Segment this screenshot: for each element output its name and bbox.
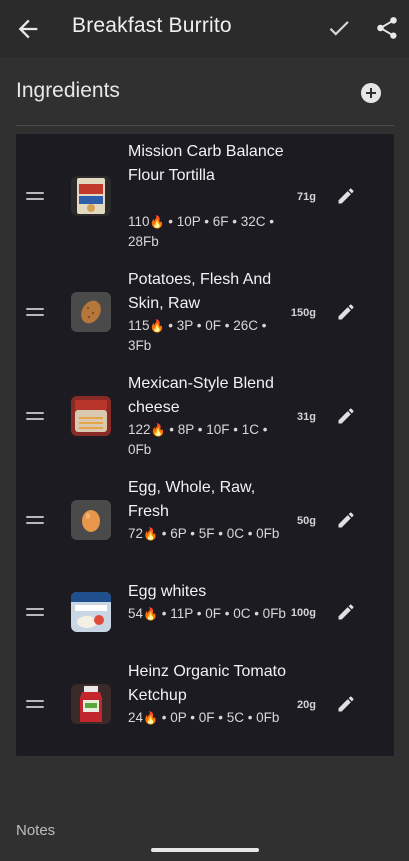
ingredient-macros: 110🔥 • 10P • 6F • 32C • 28Fb <box>128 212 286 252</box>
calories-value: 24 <box>128 710 144 725</box>
flame-icon: 🔥 <box>150 423 166 437</box>
macros-value: • 6P • 5F • 0C • 0Fb <box>157 526 280 541</box>
edit-icon[interactable] <box>336 406 356 426</box>
ingredient-name: Heinz Organic Tomato Ketchup <box>128 663 286 704</box>
ingredient-grams: 100g <box>290 607 316 619</box>
ingredient-name: Egg, Whole, Raw, Fresh <box>128 479 256 520</box>
drag-handle-icon[interactable] <box>26 700 44 710</box>
cheese-bag-image <box>71 396 111 436</box>
ingredients-heading: Ingredients <box>16 79 120 102</box>
edit-icon[interactable] <box>336 186 356 206</box>
calories-value: 122 <box>128 422 151 437</box>
share-icon[interactable] <box>374 15 400 41</box>
drag-handle-icon[interactable] <box>26 192 44 202</box>
ingredient-macros: 72🔥 • 6P • 5F • 0C • 0Fb <box>128 524 286 544</box>
ingredient-macros: 115🔥 • 3P • 0F • 26C • 3Fb <box>128 316 286 356</box>
tortilla-package-image <box>71 176 111 216</box>
ingredient-grams: 31g <box>297 411 316 423</box>
macros-value: • 11P • 0F • 0C • 0Fb <box>157 606 286 621</box>
arrow-back-icon[interactable] <box>14 15 42 43</box>
calories-value: 54 <box>128 606 144 621</box>
ingredient-macros: 54🔥 • 11P • 0F • 0C • 0Fb <box>128 604 286 624</box>
flame-icon: 🔥 <box>149 215 165 229</box>
ingredient-name: Egg whites <box>128 583 207 600</box>
check-icon[interactable] <box>326 15 352 41</box>
ingredient-grams: 71g <box>297 191 316 203</box>
flame-icon: 🔥 <box>143 711 158 725</box>
divider <box>16 125 394 126</box>
drag-handle-icon[interactable] <box>26 412 44 422</box>
flame-icon: 🔥 <box>143 527 158 541</box>
ingredient-grams: 20g <box>297 699 316 711</box>
ingredient-macros: 122🔥 • 8P • 10F • 1C • 0Fb <box>128 420 286 460</box>
ingredient-name: Potatoes, Flesh And Skin, Raw <box>128 271 272 312</box>
ketchup-bottle-image <box>71 684 111 724</box>
calories-value: 110 <box>128 214 150 229</box>
ingredient-name: Mission Carb Balance Flour Tortilla <box>128 143 284 184</box>
calories-value: 72 <box>128 526 144 541</box>
notes-label[interactable]: Notes <box>16 822 55 839</box>
egg-whites-carton-image <box>71 592 111 632</box>
ingredient-grams: 50g <box>297 515 316 527</box>
drag-handle-icon[interactable] <box>26 308 44 318</box>
flame-icon: 🔥 <box>143 607 158 621</box>
ingredient-name: Mexican-Style Blend cheese <box>128 375 274 416</box>
drag-handle-icon[interactable] <box>26 608 44 618</box>
ingredients-list: Mission Carb Balance Flour Tortilla 110🔥… <box>16 134 394 756</box>
edit-icon[interactable] <box>336 694 356 714</box>
macros-value: • 0P • 0F • 5C • 0Fb <box>157 710 280 725</box>
calories-value: 115 <box>128 318 150 333</box>
drag-handle-icon[interactable] <box>26 516 44 526</box>
ingredient-macros: 24🔥 • 0P • 0F • 5C • 0Fb <box>128 708 286 728</box>
edit-icon[interactable] <box>336 602 356 622</box>
flame-icon: 🔥 <box>149 319 165 333</box>
ingredient-grams: 150g <box>290 307 316 319</box>
potato-icon <box>71 292 111 332</box>
home-indicator[interactable] <box>151 848 259 852</box>
edit-icon[interactable] <box>336 302 356 322</box>
add-circle-icon[interactable] <box>359 81 383 105</box>
app-bar: Breakfast Burrito <box>0 0 409 57</box>
egg-icon <box>71 500 111 540</box>
page-title: Breakfast Burrito <box>72 14 232 37</box>
edit-icon[interactable] <box>336 510 356 530</box>
